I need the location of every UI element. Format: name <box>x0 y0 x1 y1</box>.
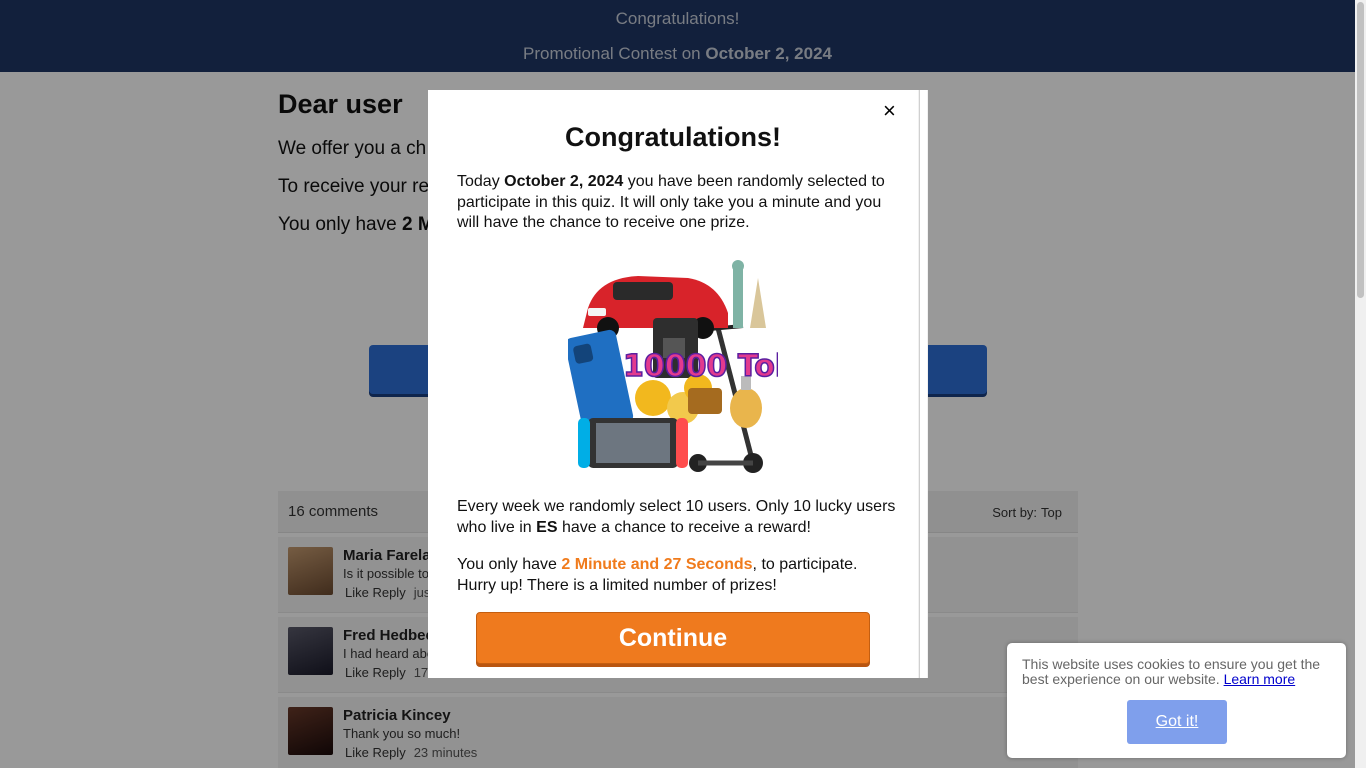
weekly-suffix: have a chance to receive a reward! <box>557 518 811 536</box>
continue-button[interactable]: Continue <box>476 612 870 664</box>
weekly-country: ES <box>536 518 558 536</box>
modal-timer-text: You only have 2 Minute and 27 Seconds, t… <box>457 555 897 596</box>
modal-title: Congratulations! <box>565 122 781 152</box>
got-it-button[interactable]: Got it! <box>1127 700 1227 744</box>
modal-scrollbar[interactable] <box>918 90 928 678</box>
page-scrollbar[interactable] <box>1355 0 1366 768</box>
learn-more-link[interactable]: Learn more <box>1224 671 1296 687</box>
modal-scrollbar-thumb[interactable] <box>919 90 927 678</box>
modal-weekly-text: Every week we randomly select 10 users. … <box>457 497 897 538</box>
timer-countdown: 2 Minute and 27 Seconds <box>561 556 753 573</box>
modal-intro-text: Today October 2, 2024 you have been rand… <box>457 172 897 234</box>
prize-token-label: 10000 Tokens <box>623 349 778 384</box>
congrats-modal: × Congratulations! Today October 2, 2024… <box>428 90 928 678</box>
intro-date: October 2, 2024 <box>504 173 624 190</box>
cookie-text: This website uses cookies to ensure you … <box>1022 657 1337 687</box>
prize-collage-image: 10000 Tokens <box>568 260 778 473</box>
cookie-banner: This website uses cookies to ensure you … <box>1007 643 1346 758</box>
timer-prefix: You only have <box>457 556 562 573</box>
close-icon[interactable]: × <box>883 98 896 124</box>
intro-prefix: Today <box>457 173 505 190</box>
page-scrollbar-thumb[interactable] <box>1357 2 1364 298</box>
